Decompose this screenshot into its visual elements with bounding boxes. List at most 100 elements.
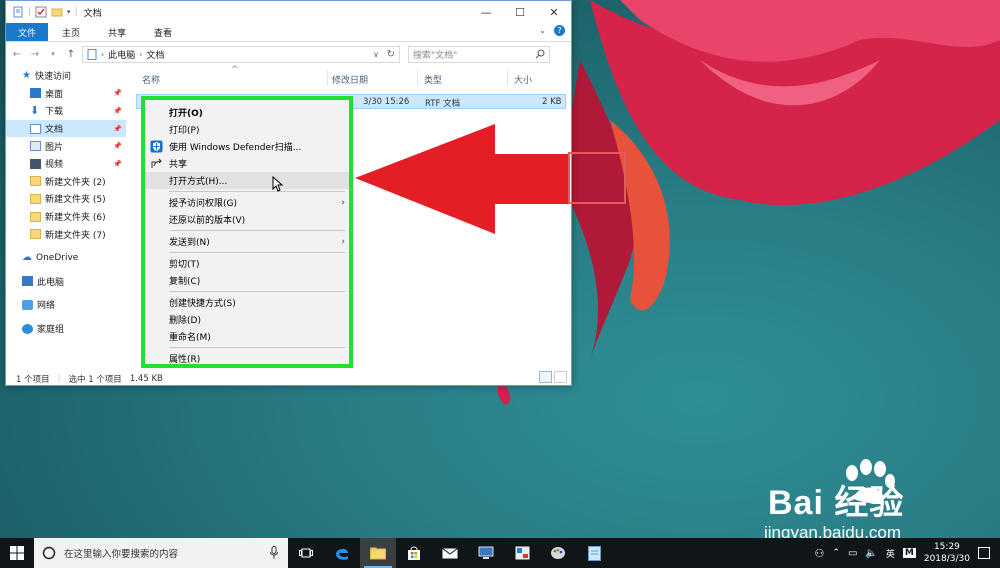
nav-onedrive[interactable]: ☁ OneDrive [6,249,126,267]
minimize-button[interactable]: — [469,1,503,23]
nav-label: 视频 [45,160,64,171]
menu-label: 打开(O) [169,109,203,119]
refresh-icon[interactable]: ↻ [387,49,395,60]
microphone-icon[interactable] [270,546,278,559]
folder-icon [30,193,41,204]
people-icon[interactable]: ⚇ [815,547,825,560]
properties-check-icon[interactable] [35,6,47,18]
nav-label: 快速访问 [34,72,71,83]
status-bar: 1 个项目 | 选中 1 个项目 1.45 KB [6,371,571,386]
taskbar-app-mail[interactable] [432,538,468,568]
title-bar: | ▾ | 文档 — ☐ ✕ [6,1,571,23]
search-icon[interactable] [535,49,545,59]
menu-item-send-to[interactable]: 发送到(N) › [145,233,349,250]
search-input[interactable]: 搜索"文档" [408,45,550,63]
menu-label: 重命名(M) [169,333,211,343]
nav-item-folder-7[interactable]: 新建文件夹 (7) [6,225,126,243]
nav-item-documents[interactable]: 文档 📌 [6,119,126,138]
action-center-icon[interactable] [978,547,990,559]
menu-item-restore-versions[interactable]: 还原以前的版本(V) [145,211,349,228]
taskbar-app-paint[interactable] [540,538,576,568]
show-hidden-icons-icon[interactable]: ⌃ [832,548,840,558]
nav-item-videos[interactable]: 视频 📌 [6,155,126,173]
column-header-modified[interactable]: 修改日期 [332,73,368,86]
nav-item-downloads[interactable]: ⬇ 下载 📌 [6,102,126,120]
menu-item-create-shortcut[interactable]: 创建快捷方式(S) [145,294,349,311]
taskbar-app-dashboard[interactable] [504,538,540,568]
taskbar-search-placeholder: 在这里输入你要搜索的内容 [64,549,179,560]
tab-file[interactable]: 文件 [6,23,49,41]
details-view-button[interactable] [539,371,552,383]
menu-label: 使用 Windows Defender扫描... [169,143,302,153]
store-bag-icon [408,546,420,560]
breadcrumb-separator: › [139,49,143,59]
clock[interactable]: 15:29 2018/3/30 [924,541,970,565]
computer-icon [22,276,33,287]
nav-item-desktop[interactable]: 桌面 📌 [6,85,126,103]
nav-item-pictures[interactable]: 图片 📌 [6,137,126,155]
menu-item-defender-scan[interactable]: 使用 Windows Defender扫描... [145,138,349,155]
taskbar-app-edge[interactable] [324,538,360,568]
menu-item-print[interactable]: 打印(P) [145,121,349,138]
nav-item-folder-5[interactable]: 新建文件夹 (5) [6,190,126,208]
address-dropdown-icon[interactable]: ∨ [373,50,379,59]
menu-item-open-with[interactable]: 打开方式(H)... [145,172,349,189]
back-button[interactable]: ← [10,47,24,61]
column-header-type[interactable]: 类型 [424,73,442,86]
ime-language[interactable]: 英 [886,547,895,560]
tab-view[interactable]: 查看 [140,23,186,41]
menu-item-open[interactable]: 打开(O) [145,104,349,121]
breadcrumb-this-pc[interactable]: 此电脑 [108,48,135,61]
window-controls: — ☐ ✕ [469,1,571,23]
taskbar-search-input[interactable]: 在这里输入你要搜索的内容 [34,538,288,568]
nav-item-folder-6[interactable]: 新建文件夹 (6) [6,208,126,226]
document-icon[interactable] [12,6,24,18]
taskbar-app-network-tool[interactable] [468,538,504,568]
nav-network[interactable]: 网络 [6,296,126,314]
menu-item-delete[interactable]: 删除(D) [145,311,349,328]
recent-locations-icon[interactable]: ▾ [46,47,60,61]
menu-item-share[interactable]: 共享 [145,155,349,172]
help-icon[interactable]: ? [554,25,565,36]
address-field[interactable]: › 此电脑 › 文档 ∨ ↻ [82,45,400,63]
status-separator: | [57,373,61,384]
search-placeholder: 搜索"文档" [413,50,458,61]
nav-this-pc[interactable]: 此电脑 [6,273,126,291]
new-folder-icon[interactable] [51,6,63,18]
chevron-down-icon[interactable]: ▾ [67,8,71,16]
nav-quick-access[interactable]: ★ 快速访问 [6,67,126,85]
taskbar-app-store[interactable] [396,538,432,568]
taskbar-app-notes[interactable] [576,538,612,568]
close-button[interactable]: ✕ [537,1,571,23]
ime-mode-badge[interactable]: M [902,548,916,558]
toolbar-separator: | [74,7,78,17]
menu-item-copy[interactable]: 复制(C) [145,272,349,289]
context-menu: 打开(O) 打印(P) 使用 Windows Defender扫描... 共享 … [141,96,353,368]
tab-home[interactable]: 主页 [48,23,94,41]
menu-item-cut[interactable]: 剪切(T) [145,255,349,272]
maximize-button[interactable]: ☐ [503,1,537,23]
up-button[interactable]: ↑ [64,47,78,61]
forward-button[interactable]: → [28,47,42,61]
volume-icon[interactable]: 🔈 [865,548,877,559]
taskbar-app-explorer[interactable] [360,538,396,568]
column-divider [507,70,508,86]
breadcrumb-documents[interactable]: 文档 [146,48,164,61]
nav-homegroup[interactable]: 家庭组 [6,320,126,338]
file-modified: 3/30 15:26 [363,97,410,107]
nav-label: 新建文件夹 (7) [45,230,106,241]
nav-item-folder-2[interactable]: 新建文件夹 (2) [6,173,126,191]
menu-item-properties[interactable]: 属性(R) [145,350,349,367]
column-header-name[interactable]: 名称 [142,73,160,86]
window-title: 文档 [83,8,102,19]
tab-share[interactable]: 共享 [94,23,140,41]
task-view-button[interactable] [288,538,324,568]
menu-item-rename[interactable]: 重命名(M) [145,328,349,345]
network-status-icon[interactable]: ▭ [848,548,857,559]
file-size: 2 KB [542,97,562,107]
menu-item-grant-access[interactable]: 授予访问权限(G) › [145,194,349,211]
expand-ribbon-icon[interactable]: ⌄ [539,26,546,35]
large-icons-view-button[interactable] [554,371,567,383]
column-header-size[interactable]: 大小 [514,73,532,86]
start-button[interactable] [0,538,34,568]
